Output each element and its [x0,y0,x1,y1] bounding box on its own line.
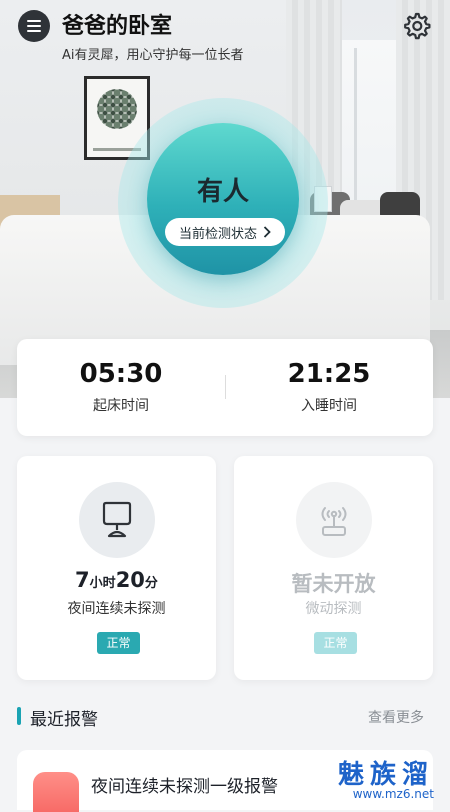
motion-detection-card[interactable]: 暂未开放 微动探测 正常 [234,456,433,680]
current-status-button[interactable]: 当前检测状态 [165,218,285,246]
chevron-right-icon [263,226,271,238]
presence-status-circle: 有人 当前检测状态 [147,123,299,275]
recent-alarms-title: 最近报警 [30,710,98,730]
sleep-time-label: 入睡时间 [301,398,357,414]
wake-time-value: 05:30 [79,359,163,389]
motion-status-value: 暂未开放 [291,572,376,596]
wake-time: 05:30 起床时间 [17,359,225,415]
presence-status-value: 有人 [196,177,249,207]
watermark: 魅族溜 www.mz6.net [338,754,434,801]
sleep-time: 21:25 入睡时间 [225,359,433,415]
status-badge: 正常 [314,632,357,654]
view-more-link[interactable]: 查看更多 [368,707,424,727]
current-status-label: 当前检测状态 [178,226,257,242]
gear-icon[interactable] [400,10,432,42]
lamp-icon [102,501,132,538]
radar-icon [321,507,347,536]
menu-icon [27,20,41,22]
alarm-light-icon [33,772,79,812]
menu-button[interactable] [18,10,50,42]
page-title: 爸爸的卧室 [62,14,173,39]
sleep-time-value: 21:25 [287,359,371,389]
alarm-title: 夜间连续未探测一级报警 [91,777,278,797]
page-subtitle: Ai有灵犀，用心守护每一位长者 [62,48,244,63]
status-badge: 正常 [97,632,140,654]
night-duration: 7小时20分 [75,568,158,592]
night-detection-label: 夜间连续未探测 [67,601,166,617]
motion-detection-label: 微动探测 [305,601,362,617]
watermark-url: www.mz6.net [352,787,434,801]
wake-time-label: 起床时间 [93,398,149,414]
section-accent-bar [17,707,21,725]
watermark-brand: 魅族溜 [337,760,434,790]
night-detection-card[interactable]: 7小时20分 夜间连续未探测 正常 [17,456,216,680]
sleep-time-card: 05:30 起床时间 21:25 入睡时间 [17,339,433,436]
